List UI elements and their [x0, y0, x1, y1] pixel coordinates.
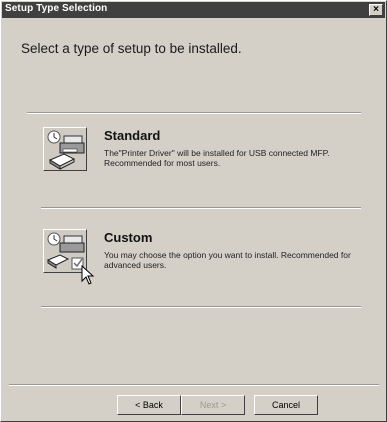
title-bar[interactable]: Setup Type Selection × — [2, 2, 385, 18]
page-heading: Select a type of setup to be installed. — [21, 41, 242, 56]
close-icon: × — [373, 4, 379, 15]
option-description: You may choose the option you want to in… — [104, 250, 351, 270]
divider — [41, 306, 361, 308]
option-standard[interactable]: Standard The"Printer Driver" will be ins… — [41, 127, 361, 197]
option-title: Standard — [104, 128, 161, 143]
cancel-button[interactable]: Cancel — [254, 395, 318, 415]
mouse-cursor-icon — [81, 264, 95, 290]
divider — [27, 112, 361, 114]
next-button[interactable]: Next > — [181, 395, 245, 415]
printer-setup-icon[interactable] — [43, 127, 87, 171]
divider — [41, 207, 361, 209]
back-button[interactable]: < Back — [117, 395, 181, 415]
setup-dialog: Setup Type Selection × Select a type of … — [0, 0, 387, 422]
footer-divider — [9, 384, 379, 386]
window-title: Setup Type Selection — [5, 3, 108, 14]
option-title: Custom — [104, 230, 153, 245]
close-button[interactable]: × — [369, 4, 383, 16]
option-description: The"Printer Driver" will be installed fo… — [104, 148, 330, 168]
